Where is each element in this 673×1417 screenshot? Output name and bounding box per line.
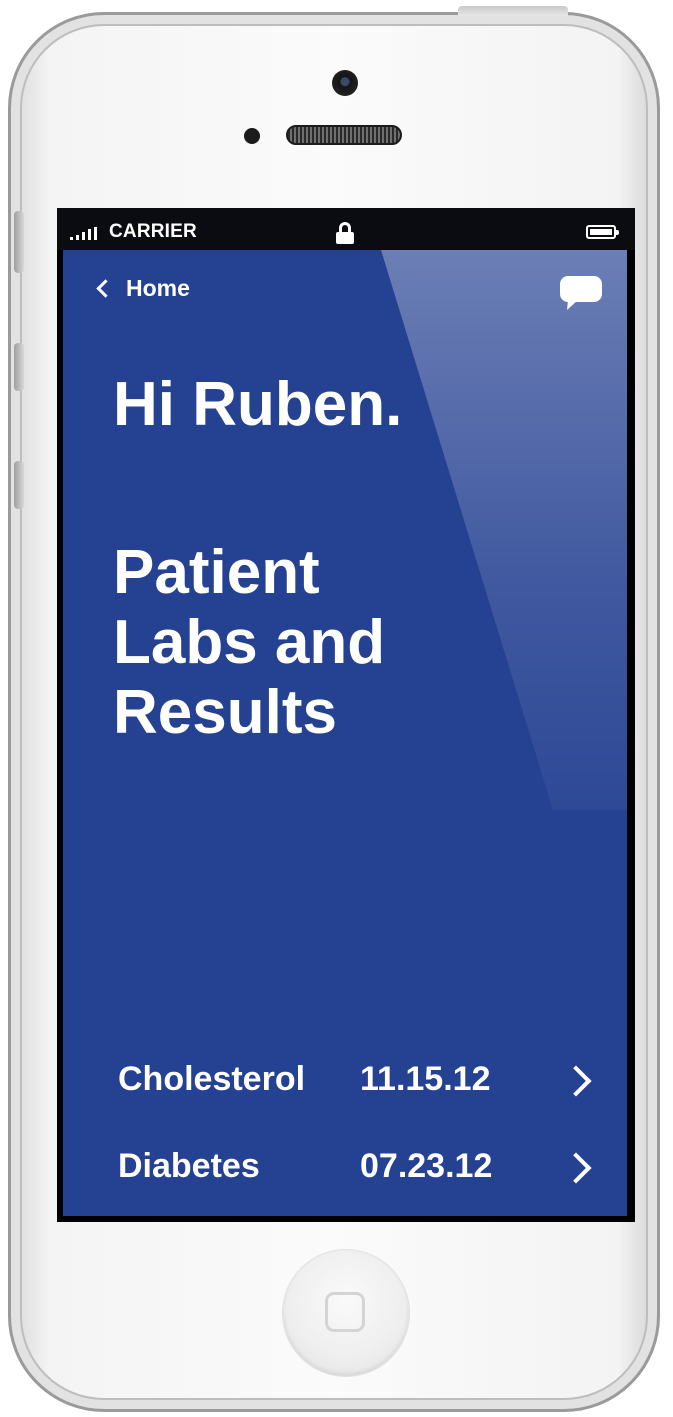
chevron-right-icon: [560, 1065, 592, 1097]
earpiece-speaker: [286, 125, 402, 145]
chevron-right-icon: [560, 1152, 592, 1184]
back-button[interactable]: Home: [95, 275, 190, 302]
result-date: 07.23.12: [360, 1147, 493, 1185]
page-title-line: Patient: [113, 538, 320, 607]
result-row-cholesterol[interactable]: Cholesterol 11.15.12: [63, 1046, 627, 1116]
page-title: Patient Labs and Results: [113, 538, 583, 748]
greeting-heading: Hi Ruben.: [113, 370, 403, 439]
battery-icon: [586, 225, 619, 239]
result-name: Cholesterol: [118, 1060, 306, 1098]
carrier-label: CARRIER: [109, 221, 197, 242]
power-button: [458, 6, 568, 16]
page-title-line: Results: [113, 678, 337, 747]
status-bar: CARRIER: [57, 208, 635, 250]
phone-screen: CARRIER Home Hi Ruben. Patient Labs and …: [57, 208, 635, 1222]
page-title-line: Labs and: [113, 608, 386, 677]
volume-up-button: [14, 343, 24, 391]
chat-bubble-icon: [560, 276, 602, 310]
proximity-sensor: [244, 128, 260, 144]
front-camera: [332, 70, 358, 96]
home-square-icon: [325, 1292, 365, 1332]
silent-switch: [14, 211, 24, 273]
home-button[interactable]: [283, 1250, 409, 1376]
signal-strength-icon: [70, 227, 106, 240]
back-button-label: Home: [126, 275, 190, 301]
lock-icon: [336, 222, 354, 244]
volume-down-button: [14, 461, 24, 509]
chevron-left-icon: [96, 279, 115, 298]
result-date: 11.15.12: [360, 1060, 491, 1098]
result-row-diabetes[interactable]: Diabetes 07.23.12: [63, 1133, 627, 1203]
app-view: Home Hi Ruben. Patient Labs and Results …: [63, 250, 627, 1216]
result-name: Diabetes: [118, 1147, 260, 1185]
chat-button[interactable]: [560, 276, 602, 310]
